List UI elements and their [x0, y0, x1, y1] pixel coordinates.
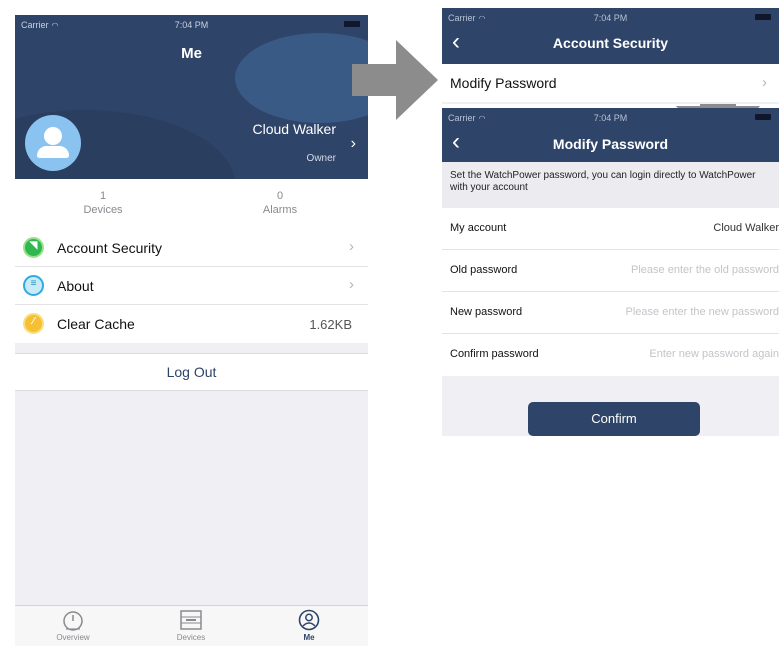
stat-alarms[interactable]: 0 Alarms	[220, 189, 340, 217]
account-value: Cloud Walker	[713, 222, 779, 234]
me-screen: Carrier ◠ 7:04 PM Me Cloud Walker Owner ›…	[15, 15, 368, 646]
form-row-old-password: Old password	[442, 250, 779, 292]
user-avatar-icon[interactable]	[25, 115, 81, 171]
chevron-right-icon: ›	[349, 238, 354, 255]
broom-icon: ⁄	[23, 313, 44, 334]
profile-header: Carrier ◠ 7:04 PM Me Cloud Walker Owner ›	[15, 15, 368, 179]
field-label: Old password	[450, 264, 518, 276]
tab-devices[interactable]: Devices	[151, 609, 231, 642]
chevron-right-icon: ›	[349, 276, 354, 293]
confirm-button[interactable]: Confirm	[528, 402, 700, 436]
stat-label: Alarms	[262, 204, 298, 216]
stat-devices[interactable]: 1 Devices	[43, 189, 163, 217]
logout-button[interactable]: Log Out	[15, 353, 368, 391]
battery-icon	[755, 14, 771, 20]
stats-bar: 1 Devices 0 Alarms	[15, 179, 368, 229]
field-label: My account	[450, 222, 507, 234]
status-bar: Carrier ◠ 7:04 PM	[442, 108, 779, 126]
cache-size: 1.62KB	[309, 317, 352, 332]
chevron-right-icon[interactable]: ›	[351, 135, 356, 153]
tab-label: Me	[303, 633, 315, 642]
avatar-head	[44, 127, 62, 145]
page-title: Modify Password	[552, 136, 669, 152]
menu-item-label: About	[57, 278, 94, 294]
status-bar: Carrier ◠ 7:04 PM	[442, 8, 779, 26]
confirm-password-input[interactable]	[569, 342, 779, 366]
page-title: Me	[181, 45, 202, 62]
status-time: 7:04 PM	[593, 113, 628, 123]
nav-bar: Carrier ◠ 7:04 PM ‹ Modify Password	[442, 108, 779, 162]
settings-menu: ◥ Account Security › ≡ About › ⁄ Clear C…	[15, 229, 368, 343]
form-row-new-password: New password	[442, 292, 779, 334]
shield-icon: ◥	[23, 237, 44, 258]
account-security-screen: Carrier ◠ 7:04 PM ‹ Account Security Modi…	[442, 8, 779, 104]
row-label: Modify Password	[450, 75, 557, 91]
form-row-confirm-password: Confirm password	[442, 334, 779, 376]
menu-item-account-security[interactable]: ◥ Account Security ›	[15, 229, 368, 267]
new-password-input[interactable]	[569, 300, 779, 324]
arrow-right-icon	[352, 40, 438, 120]
menu-item-label: Account Security	[57, 240, 163, 256]
tab-me[interactable]: Me	[269, 609, 349, 642]
battery-icon	[755, 114, 771, 120]
field-label: Confirm password	[450, 348, 539, 360]
status-time: 7:04 PM	[593, 13, 628, 23]
menu-item-about[interactable]: ≡ About ›	[15, 267, 368, 305]
battery-icon	[344, 21, 360, 27]
field-label: New password	[450, 306, 523, 318]
tutorial-canvas: Carrier ◠ 7:04 PM Me Cloud Walker Owner ›…	[0, 0, 779, 646]
modify-password-row[interactable]: Modify Password ›	[442, 64, 779, 102]
page-title: Account Security	[552, 35, 669, 51]
stat-label: Devices	[83, 204, 123, 216]
status-time: 7:04 PM	[174, 20, 209, 30]
nav-bar: Carrier ◠ 7:04 PM ‹ Account Security	[442, 8, 779, 64]
stat-value: 1	[99, 190, 107, 202]
menu-item-label: Clear Cache	[57, 316, 135, 332]
modify-password-screen: Carrier ◠ 7:04 PM ‹ Modify Password Set t…	[442, 108, 779, 436]
old-password-input[interactable]	[569, 258, 779, 282]
tab-overview[interactable]: Overview	[33, 609, 113, 642]
user-name[interactable]: Cloud Walker	[252, 121, 336, 137]
form-row-account: My account Cloud Walker	[442, 208, 779, 250]
info-text: Set the WatchPower password, you can log…	[442, 162, 779, 208]
gauge-icon	[63, 611, 83, 631]
person-icon	[298, 609, 320, 631]
menu-item-clear-cache[interactable]: ⁄ Clear Cache 1.62KB	[15, 305, 368, 343]
tab-label: Overview	[56, 633, 90, 642]
tab-label: Devices	[176, 633, 206, 642]
status-bar: Carrier ◠ 7:04 PM	[15, 15, 368, 33]
stat-value: 0	[276, 190, 284, 202]
chevron-right-icon: ›	[762, 74, 767, 91]
user-role: Owner	[306, 153, 336, 164]
tab-bar: Overview Devices Me	[15, 605, 368, 646]
password-form: My account Cloud Walker Old password New…	[442, 208, 779, 376]
document-icon: ≡	[23, 275, 44, 296]
avatar-body	[37, 146, 69, 158]
device-icon	[180, 610, 202, 630]
